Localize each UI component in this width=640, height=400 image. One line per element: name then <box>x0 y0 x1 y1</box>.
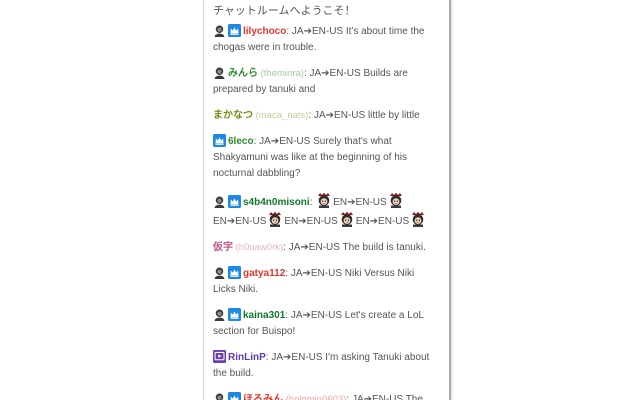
chat-message-text: EN➔EN-US <box>333 197 387 208</box>
emote-icon <box>410 211 427 227</box>
video-badge-icon <box>213 350 226 363</box>
chat-message-list[interactable]: チャットルームへようこそ！ lilychoco: JA➔EN-US It's a… <box>213 4 437 400</box>
chat-message: lilychoco: JA➔EN-US It's about time the … <box>213 24 437 56</box>
chat-message: ほろみん (holomin0603): JA➔EN-US The <box>213 392 437 400</box>
chat-username[interactable]: 仮字 <box>213 242 233 253</box>
chat-username[interactable]: s4b4n0misoni <box>243 197 310 208</box>
emote-icon <box>267 211 284 227</box>
avatar-icon <box>213 66 226 79</box>
avatar-icon <box>213 195 226 208</box>
avatar-icon <box>213 392 226 400</box>
chat-username[interactable]: まかなつ <box>213 110 253 121</box>
chat-username[interactable]: 6leco <box>228 136 254 147</box>
chat-user-login: (maca_nats) <box>253 110 309 121</box>
emote-icon <box>338 211 355 227</box>
chat-message-text: EN➔EN-US <box>213 216 267 227</box>
crown-badge-icon <box>213 134 226 147</box>
avatar-icon <box>213 308 226 321</box>
chat-separator: : <box>309 197 316 208</box>
avatar-icon <box>213 266 226 279</box>
chat-message: まかなつ (maca_nats): JA➔EN-US little by lit… <box>213 108 437 124</box>
chat-username[interactable]: kaina301 <box>243 310 285 321</box>
chat-message-text: EN➔EN-US <box>284 216 338 227</box>
chat-message-text: JA➔EN-US The build is tanuki. <box>288 242 426 253</box>
chat-username[interactable]: gatya112 <box>243 268 285 279</box>
chat-user-login: (holomin0603) <box>283 394 347 400</box>
chat-message: gatya112: JA➔EN-US Niki Versus Niki Lick… <box>213 266 437 298</box>
chat-username[interactable]: ほろみん <box>243 394 283 400</box>
chat-user-login: (theminra) <box>258 68 304 79</box>
crown-badge-icon <box>228 195 241 208</box>
chat-message: s4b4n0misoni: EN➔EN-US EN➔EN-US EN➔EN-US EN… <box>213 192 437 230</box>
chat-panel: チャットルームへようこそ！ lilychoco: JA➔EN-US It's a… <box>203 0 451 400</box>
chat-username[interactable]: みんら <box>228 68 258 79</box>
chat-message: 6leco: JA➔EN-US Surely that's what Shaky… <box>213 134 437 182</box>
chat-username[interactable]: RinLinP <box>228 352 266 363</box>
welcome-message: チャットルームへようこそ！ <box>213 5 356 17</box>
crown-badge-icon <box>228 24 241 37</box>
chat-message-text: JA➔EN-US little by little <box>314 110 420 121</box>
chat-username[interactable]: lilychoco <box>243 26 286 37</box>
crown-badge-icon <box>228 266 241 279</box>
chat-message: kaina301: JA➔EN-US Let's create a LoL se… <box>213 308 437 340</box>
chat-message: みんら (theminra): JA➔EN-US Builds are prep… <box>213 66 437 98</box>
chat-message: 仮字 (h0uaw0rk): JA➔EN-US The build is tan… <box>213 240 437 256</box>
chat-message-text: EN➔EN-US <box>355 216 410 227</box>
chat-message: RinLinP: JA➔EN-US I'm asking Tanuki abou… <box>213 350 437 382</box>
crown-badge-icon <box>228 392 241 400</box>
chat-user-login: (h0uaw0rk) <box>233 242 284 253</box>
emote-icon <box>387 192 404 208</box>
emote-icon <box>316 192 333 208</box>
crown-badge-icon <box>228 308 241 321</box>
avatar-icon <box>213 24 226 37</box>
chat-message-text: JA➔EN-US The <box>351 394 423 400</box>
